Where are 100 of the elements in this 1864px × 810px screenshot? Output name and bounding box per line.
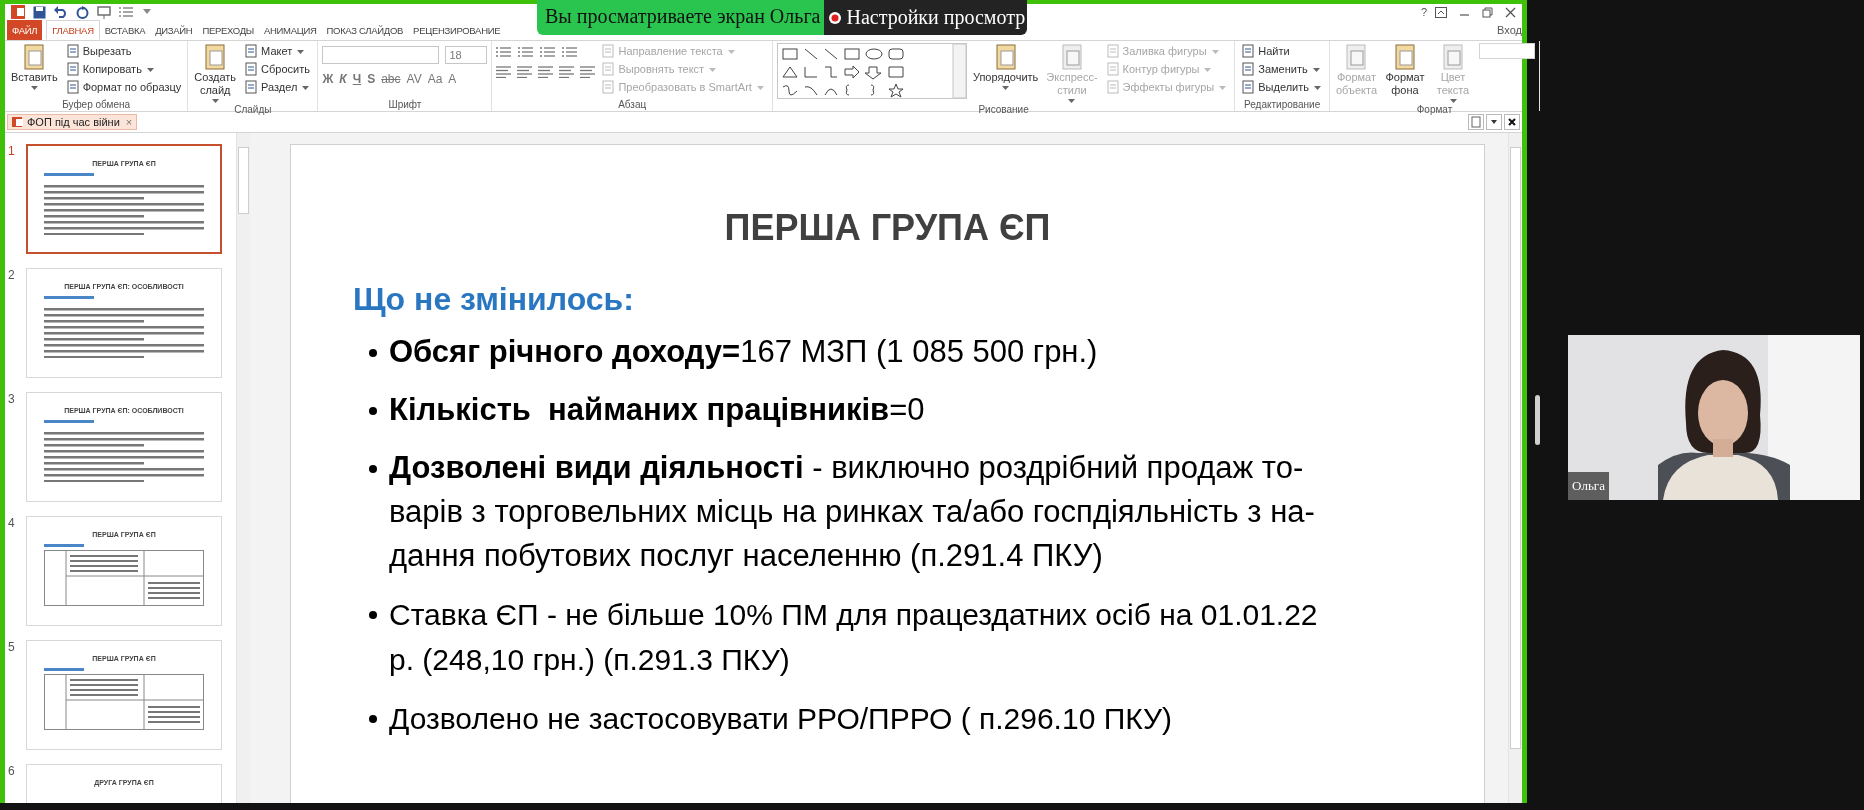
caret-icon bbox=[30, 86, 38, 91]
ribbon-button[interactable]: Раздел bbox=[242, 79, 314, 95]
list-icon[interactable] bbox=[540, 46, 557, 58]
caret-icon bbox=[211, 99, 219, 104]
ribbon-button[interactable]: Формат фона bbox=[1383, 43, 1427, 97]
caret-icon bbox=[1068, 99, 1076, 104]
ribbon-button[interactable]: Упорядочить bbox=[970, 43, 1041, 91]
font-size-field[interactable]: 18 bbox=[445, 46, 488, 64]
customize-caret-icon[interactable] bbox=[143, 9, 151, 15]
align-icon[interactable] bbox=[538, 66, 554, 78]
ribbon-button[interactable]: Сбросить bbox=[242, 61, 314, 77]
list-icon[interactable] bbox=[496, 46, 513, 58]
record-icon bbox=[828, 10, 843, 25]
list-icon[interactable] bbox=[562, 46, 579, 58]
align-icon[interactable] bbox=[517, 66, 533, 78]
document-icon bbox=[244, 80, 259, 94]
ribbon-button[interactable]: Вставить bbox=[9, 43, 60, 91]
group-label: Рисование bbox=[977, 104, 1030, 116]
help-button[interactable]: ? bbox=[1420, 6, 1427, 18]
ribbon-tab[interactable]: РЕЦЕНЗИРОВАНИЕ bbox=[408, 20, 506, 40]
font-style-button[interactable]: К bbox=[339, 72, 347, 86]
bullet-dot bbox=[369, 407, 377, 415]
document-icon bbox=[244, 62, 259, 76]
scrollbar[interactable] bbox=[1508, 133, 1522, 803]
caret-icon bbox=[1211, 49, 1219, 55]
align-icon[interactable] bbox=[496, 66, 512, 78]
file-tab[interactable]: ФАЙЛ bbox=[7, 20, 43, 40]
caret-icon bbox=[1312, 67, 1320, 73]
group-label: Слайды bbox=[233, 104, 273, 116]
list-icon[interactable] bbox=[119, 6, 135, 18]
bullet-text: Дозволені види діяльності - виключно роздрібний продаж то- варів з торговельних місць на ринках та/або госпдіяльність з на- дання побутових послуг населенню (п.291.4 ПКУ) bbox=[389, 449, 1315, 575]
bullet-text: Обсяг річного доходу=167 МЗП (1 085 500 грн.) bbox=[389, 333, 1098, 371]
ribbon-tab[interactable]: ПОКАЗ СЛАЙДОВ bbox=[321, 20, 409, 40]
bullet-dot bbox=[369, 465, 377, 473]
close-icon[interactable] bbox=[1504, 114, 1520, 130]
font-name-field[interactable] bbox=[322, 46, 440, 64]
save-icon[interactable] bbox=[33, 5, 46, 19]
caret-icon bbox=[297, 49, 305, 55]
close-tab-button[interactable]: × bbox=[125, 116, 133, 128]
caret-icon bbox=[1449, 99, 1457, 104]
ribbon-button[interactable]: Формат по образцу bbox=[63, 79, 184, 95]
document-icon bbox=[244, 44, 259, 58]
font-style-button[interactable]: abc bbox=[381, 72, 401, 86]
slide-number: 1 bbox=[7, 144, 16, 160]
bullet-text: Кількість найманих працівників=0 bbox=[389, 391, 925, 429]
caret-icon bbox=[756, 85, 764, 91]
slide-number: 6 bbox=[7, 764, 16, 780]
ribbon-button[interactable]: Заменить bbox=[1239, 61, 1325, 77]
caret-icon[interactable] bbox=[1486, 114, 1502, 130]
close-icon[interactable] bbox=[1505, 6, 1516, 18]
app-logo-icon bbox=[11, 5, 25, 19]
ribbon-button[interactable]: Найти bbox=[1239, 43, 1325, 59]
ribbon-tab[interactable]: ДИЗАЙН bbox=[150, 20, 198, 40]
banner-text: Вы просматриваете экран Ольга bbox=[537, 0, 825, 35]
font-style-button[interactable]: Ж bbox=[322, 72, 334, 86]
resize-handle[interactable] bbox=[1535, 395, 1540, 445]
font-style-button[interactable]: A bbox=[448, 72, 457, 86]
slide-number: 4 bbox=[7, 516, 16, 532]
document-tab[interactable]: ФОП під час війни × bbox=[7, 114, 138, 130]
ribbon-tab[interactable]: ГЛАВНАЯ bbox=[46, 20, 100, 40]
document-icon bbox=[1105, 62, 1120, 76]
redo-icon[interactable] bbox=[76, 5, 89, 19]
document-icon bbox=[65, 80, 80, 94]
font-style-button[interactable]: Aa bbox=[427, 72, 443, 86]
document-icon bbox=[601, 62, 616, 76]
ribbon-tab[interactable]: ВСТАВКА bbox=[99, 20, 151, 40]
document-icon bbox=[601, 44, 616, 58]
ribbon-tab[interactable]: АНИМАЦИЯ bbox=[258, 20, 322, 40]
ribbon-display-icon[interactable] bbox=[1435, 6, 1447, 18]
font-style-button[interactable]: AV bbox=[406, 72, 422, 86]
ribbon-button[interactable]: Выделить bbox=[1239, 79, 1325, 95]
bullet-dot bbox=[369, 349, 377, 357]
ribbon-button[interactable]: Копировать bbox=[63, 61, 184, 77]
slideshow-icon[interactable] bbox=[97, 5, 111, 19]
shapes-gallery[interactable] bbox=[776, 43, 967, 99]
ribbon-button[interactable]: Макет bbox=[242, 43, 314, 59]
bullet-text: Дозволено не застосовувати РРО/ПРРО ( п.296.10 ПКУ) bbox=[389, 701, 1173, 737]
participant-name: Ольга bbox=[1568, 472, 1609, 500]
slide-number: 2 bbox=[7, 268, 16, 284]
ribbon-button[interactable]: Вырезать bbox=[63, 43, 184, 59]
restore-icon[interactable] bbox=[1482, 6, 1493, 18]
group-label: Шрифт bbox=[387, 99, 423, 111]
dropdown-field[interactable] bbox=[1479, 43, 1535, 59]
font-style-button[interactable]: S bbox=[367, 72, 376, 86]
ribbon-tab[interactable]: ПЕРЕХОДЫ bbox=[197, 20, 259, 40]
bullet-dot bbox=[369, 715, 377, 723]
slide-number: 3 bbox=[7, 392, 16, 408]
sign-in-link[interactable]: Вход bbox=[1497, 20, 1522, 40]
undo-icon[interactable] bbox=[54, 6, 68, 18]
list-icon[interactable] bbox=[518, 46, 535, 58]
scrollbar[interactable] bbox=[236, 133, 250, 803]
font-style-button[interactable]: Ч bbox=[352, 72, 362, 86]
align-icon[interactable] bbox=[559, 66, 575, 78]
group-label: Абзац bbox=[617, 99, 648, 111]
align-icon[interactable] bbox=[580, 66, 596, 78]
view-options-button[interactable]: Настройки просмотр bbox=[824, 0, 1028, 35]
group-label: Буфер обмена bbox=[61, 99, 132, 111]
document-icon bbox=[601, 80, 616, 94]
ribbon-button[interactable]: Создать слайд bbox=[192, 43, 239, 104]
caret-icon bbox=[1219, 85, 1227, 91]
